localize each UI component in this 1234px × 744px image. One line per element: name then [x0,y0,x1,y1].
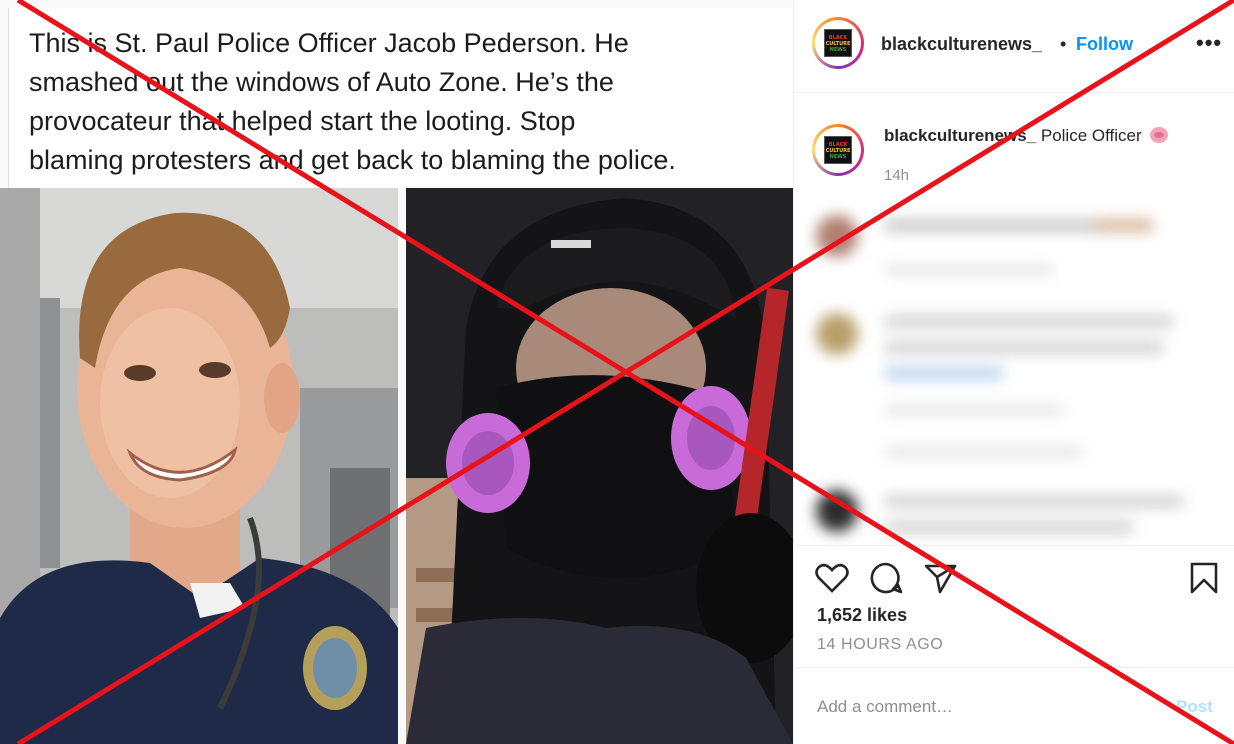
image-caption-text: This is St. Paul Police Officer Jacob Pe… [29,24,789,180]
commenter-avatar [816,313,858,355]
heart-icon[interactable] [814,560,850,596]
comment-text [884,341,1164,354]
caption-line: blackculturenews_ Police Officer [884,126,1169,146]
comment-replies [884,447,1084,457]
add-comment-bar: Add a comment… Post [794,667,1234,744]
commenter-avatar [816,215,858,257]
share-icon[interactable] [922,560,958,596]
comment-text [884,521,1134,534]
header-username[interactable]: blackculturenews_ [881,34,1042,55]
comment-emoji [1094,219,1154,232]
caption-line: provocateur that helped start the lootin… [29,106,576,136]
comment-icon[interactable] [868,560,904,596]
bookmark-icon[interactable] [1186,560,1222,596]
caption-line: smashed out the windows of Auto Zone. He… [29,67,614,97]
comment-mention [884,367,1004,380]
comment-meta [884,265,1054,275]
post-comment-button[interactable]: Post [1176,697,1213,717]
likes-count[interactable]: 1,652 likes [817,605,907,626]
caption-line: blaming protesters and get back to blami… [29,145,676,175]
avatar-ring-inner: BLACK CULTURE NEWS [815,20,861,66]
masked-person-photo [406,188,793,744]
follow-button[interactable]: Follow [1076,34,1133,55]
comments-list[interactable] [794,195,1234,545]
post-actions: 1,652 likes 14 HOURS AGO [794,545,1234,667]
pig-face-icon [1150,127,1169,143]
comment-meta [884,405,1064,415]
comment-text [884,315,1174,328]
caption-line: This is St. Paul Police Officer Jacob Pe… [29,28,629,58]
black-culture-news-logo: BLACK CULTURE NEWS [824,136,852,164]
more-options-button[interactable]: ••• [1196,30,1222,56]
comment-input[interactable]: Add a comment… [817,697,953,717]
caption-time[interactable]: 14h [884,167,909,184]
black-culture-news-logo: BLACK CULTURE NEWS [824,29,852,57]
post-header: BLACK CULTURE NEWS blackculturenews_ • F… [794,0,1234,93]
officer-photo [0,188,398,744]
account-avatar[interactable]: BLACK CULTURE NEWS [812,17,864,69]
post-timestamp[interactable]: 14 HOURS AGO [817,636,943,654]
logo-line: NEWS [829,47,847,53]
logo-line: NEWS [829,154,847,160]
commenter-avatar [816,490,858,532]
header-separator: • [1060,34,1067,54]
caption-text: Police Officer [1040,126,1142,145]
caption-avatar[interactable]: BLACK CULTURE NEWS [812,124,864,176]
caption-username[interactable]: blackculturenews_ [884,126,1036,145]
image-caption-box: This is St. Paul Police Officer Jacob Pe… [8,8,793,188]
comment-text [884,495,1184,508]
post-sidebar: BLACK CULTURE NEWS blackculturenews_ • F… [793,0,1234,744]
post-image[interactable]: This is St. Paul Police Officer Jacob Pe… [0,0,793,744]
avatar-ring-inner: BLACK CULTURE NEWS [815,127,861,173]
